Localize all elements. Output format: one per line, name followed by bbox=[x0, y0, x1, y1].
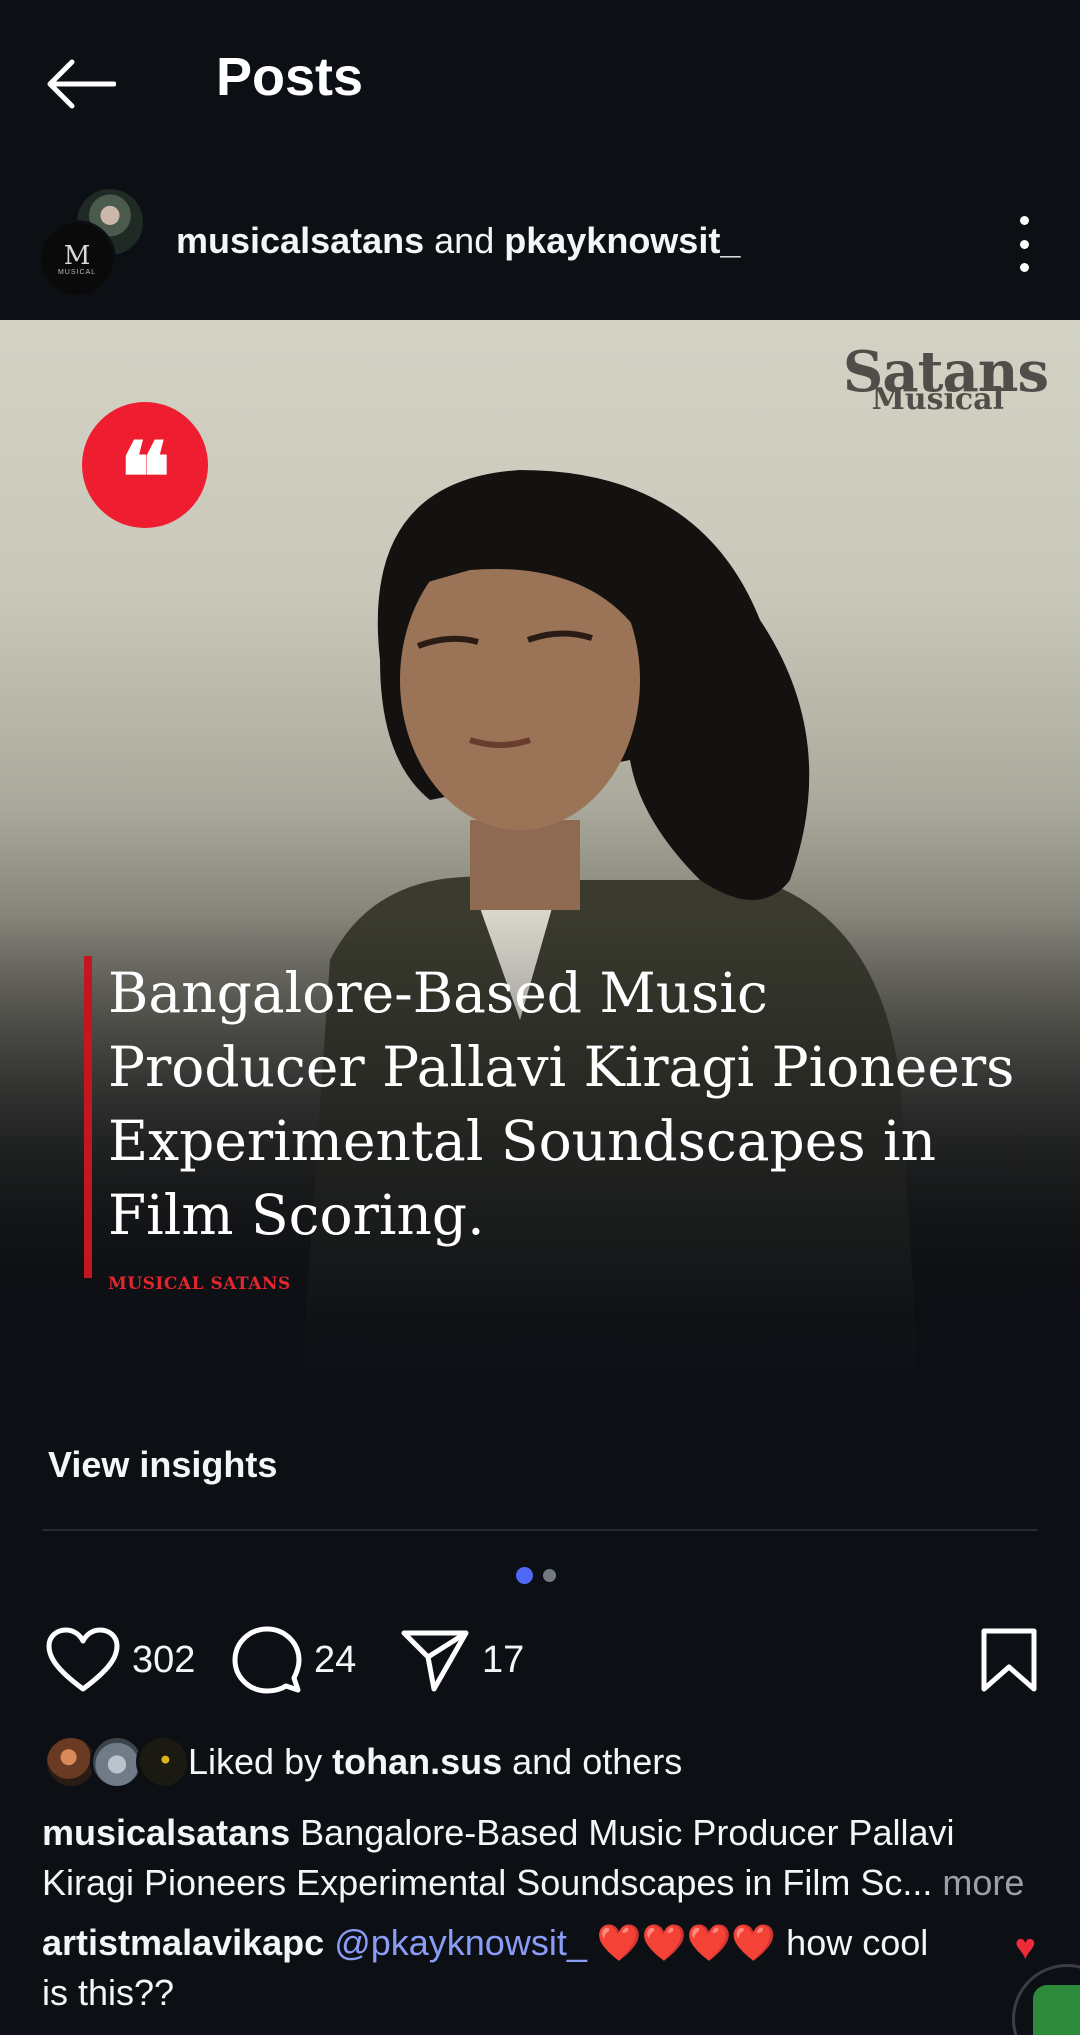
floating-app-bubble[interactable] bbox=[1012, 1964, 1080, 2035]
liked-by-username[interactable]: tohan.sus bbox=[332, 1741, 502, 1782]
page-title: Posts bbox=[216, 47, 364, 107]
author-avatar[interactable]: M MUSICAL bbox=[38, 220, 116, 298]
avatar bbox=[136, 1735, 190, 1789]
comment-username[interactable]: artistmalavikapc bbox=[42, 1922, 324, 1963]
share-button[interactable]: 17 bbox=[400, 1622, 524, 1698]
avatar-logo-text: MUSICAL bbox=[57, 268, 97, 276]
comment-icon bbox=[232, 1626, 302, 1694]
top-comment[interactable]: artistmalavikapc @pkayknowsit_ ❤️❤️❤️❤️ … bbox=[42, 1918, 962, 2018]
caption-username[interactable]: musicalsatans bbox=[42, 1812, 290, 1853]
arrow-left-icon bbox=[47, 59, 116, 109]
carousel-dot-active bbox=[516, 1567, 533, 1584]
action-bar: 302 24 17 bbox=[0, 1622, 1080, 1702]
caption-more-link[interactable]: more bbox=[942, 1862, 1024, 1903]
view-insights-link[interactable]: View insights bbox=[48, 1444, 277, 1486]
more-options-icon[interactable] bbox=[1004, 216, 1044, 272]
comment-hearts: ❤️❤️❤️❤️ bbox=[596, 1922, 777, 1963]
collaborator-username[interactable]: pkayknowsit_ bbox=[504, 220, 740, 261]
headline-accent-bar bbox=[84, 956, 92, 1278]
divider bbox=[42, 1529, 1038, 1531]
top-app-bar: Posts bbox=[0, 0, 1080, 160]
send-icon bbox=[401, 1630, 469, 1692]
comment-count[interactable]: 24 bbox=[314, 1639, 356, 1682]
heart-icon bbox=[46, 1627, 120, 1692]
quote-icon: ❝ bbox=[82, 402, 208, 528]
headline-source: MUSICAL SATANS bbox=[108, 1274, 291, 1294]
carousel-dot bbox=[543, 1569, 556, 1582]
comment-button[interactable]: 24 bbox=[232, 1622, 356, 1698]
carousel-indicator bbox=[516, 1567, 556, 1584]
brand-watermark: Satans Musical bbox=[842, 339, 1049, 417]
liker-avatars bbox=[44, 1733, 194, 1791]
back-button[interactable] bbox=[44, 48, 124, 120]
save-button[interactable] bbox=[980, 1622, 1038, 1698]
post-authors: musicalsatans and pkayknowsit_ bbox=[176, 220, 740, 262]
author-username[interactable]: musicalsatans bbox=[176, 220, 424, 261]
like-count[interactable]: 302 bbox=[132, 1639, 195, 1682]
post-media[interactable]: ❝ Satans Musical Bangalore-Based Music P… bbox=[0, 320, 1080, 1400]
authors-joiner: and bbox=[434, 220, 495, 261]
comment-mention[interactable]: @pkayknowsit_ bbox=[334, 1922, 587, 1963]
bookmark-icon bbox=[981, 1628, 1037, 1692]
post-header: M MUSICAL musicalsatans and pkayknowsit_ bbox=[0, 180, 1080, 300]
liked-by-text: Liked by tohan.sus and others bbox=[188, 1741, 683, 1782]
liked-by-row[interactable]: Liked by tohan.sus and others bbox=[44, 1732, 682, 1792]
share-count[interactable]: 17 bbox=[482, 1639, 524, 1682]
headline-text: Bangalore-Based Music Producer Pallavi K… bbox=[108, 961, 1015, 1247]
avatar-logo-letter: M bbox=[63, 240, 91, 271]
comment-like-icon[interactable]: ♥ bbox=[1015, 1926, 1036, 1968]
like-button[interactable]: 302 bbox=[46, 1622, 195, 1698]
post-caption: musicalsatans Bangalore-Based Music Prod… bbox=[42, 1808, 1042, 1908]
